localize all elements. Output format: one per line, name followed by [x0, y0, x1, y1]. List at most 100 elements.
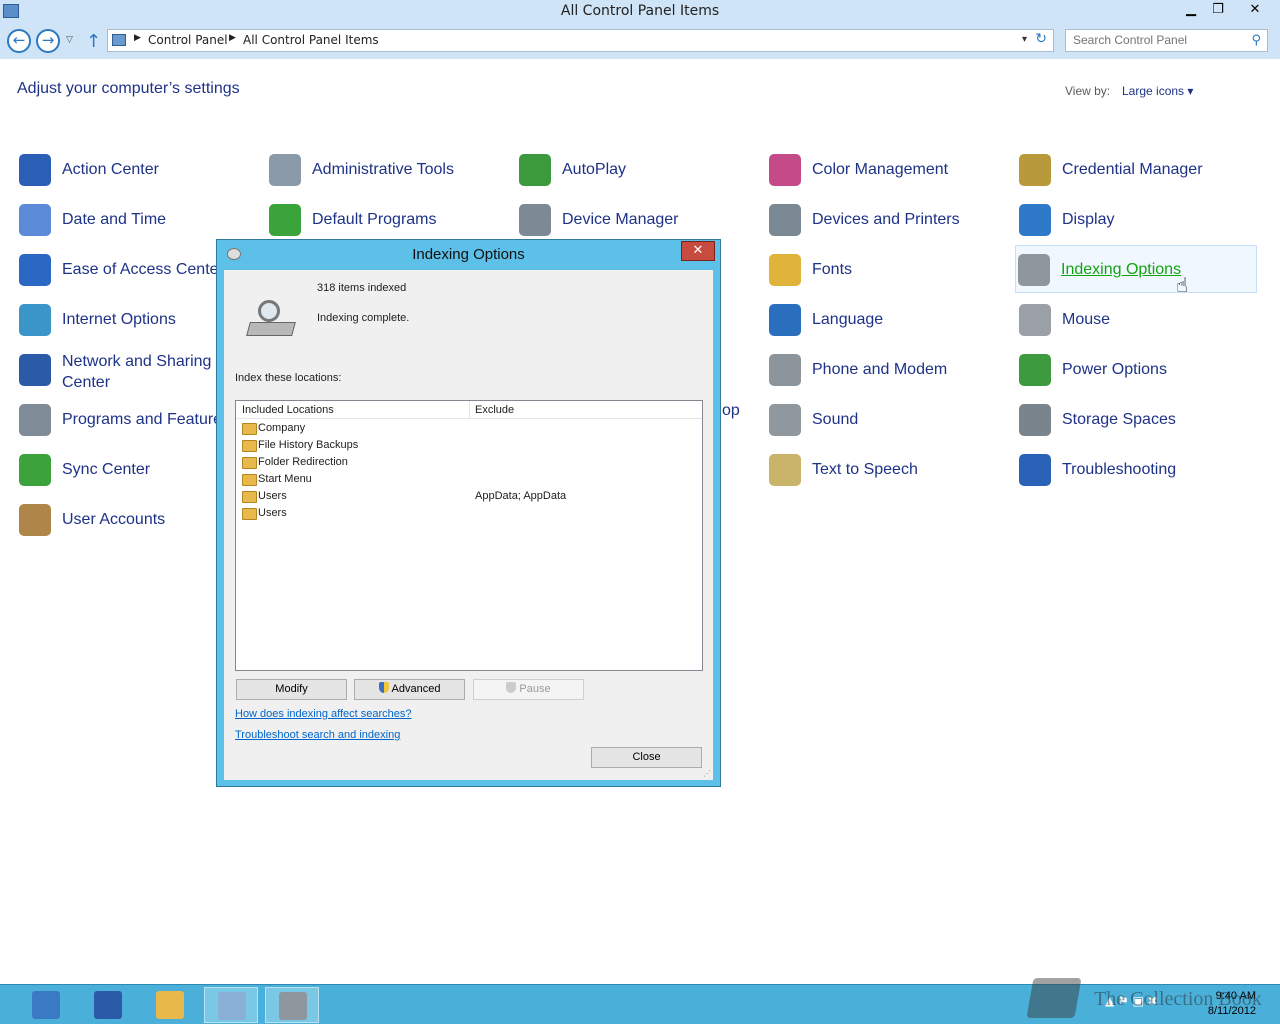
language-icon	[769, 304, 801, 336]
maximize-button[interactable]: ❐	[1205, 0, 1231, 20]
list-item[interactable]: Company	[236, 420, 702, 437]
indexing-options-dialog: Indexing Options ✕ 318 items indexed Ind…	[216, 239, 721, 787]
breadcrumb-control-panel[interactable]: Control Panel	[148, 33, 228, 47]
close-window-button[interactable]: ✕	[1232, 0, 1278, 20]
item-label: Default Programs	[312, 211, 437, 228]
item-fonts[interactable]: Fonts	[767, 246, 1009, 294]
item-language[interactable]: Language	[767, 296, 1009, 344]
item-credential-manager[interactable]: Credential Manager	[1017, 146, 1259, 194]
location-name: Start Menu	[258, 473, 312, 485]
close-button[interactable]: Close	[591, 747, 702, 768]
file-explorer-icon	[156, 991, 184, 1019]
item-label: Display	[1062, 211, 1115, 228]
speech-icon	[769, 454, 801, 486]
item-display[interactable]: Display	[1017, 196, 1259, 244]
recent-locations-icon[interactable]: ▽	[66, 35, 73, 45]
up-button[interactable]: ↑	[86, 31, 101, 52]
view-by-dropdown[interactable]: Large icons ▾	[1122, 84, 1193, 98]
item-date-and-time[interactable]: Date and Time	[17, 196, 259, 244]
item-color-management[interactable]: Color Management	[767, 146, 1009, 194]
locations-list[interactable]: Included Locations Exclude Company File …	[235, 400, 703, 671]
network-icon	[19, 354, 51, 386]
advanced-button[interactable]: Advanced	[354, 679, 465, 700]
item-text-to-speech[interactable]: Text to Speech	[767, 446, 1009, 494]
minimize-button[interactable]: ▁	[1178, 0, 1204, 20]
vault-icon	[1019, 154, 1051, 186]
item-default-programs[interactable]: Default Programs	[267, 196, 509, 244]
breadcrumb-all-items[interactable]: All Control Panel Items	[243, 33, 379, 47]
column-exclude[interactable]: Exclude	[475, 404, 514, 416]
taskbar-file-explorer[interactable]	[143, 987, 197, 1023]
autoplay-icon	[519, 154, 551, 186]
server-manager-icon	[32, 991, 60, 1019]
address-bar[interactable]: ▶ Control Panel ▶ All Control Panel Item…	[107, 29, 1054, 52]
mouse-cursor-icon: ☝	[1176, 273, 1189, 297]
location-exclude: AppData; AppData	[475, 490, 567, 502]
item-label: Programs and Features	[62, 411, 231, 428]
item-action-center[interactable]: Action Center	[17, 146, 259, 194]
item-label: Language	[812, 311, 884, 328]
search-box[interactable]: ⚲	[1065, 29, 1268, 52]
phone-icon	[769, 354, 801, 386]
item-label: Fonts	[812, 261, 853, 278]
view-by-label: View by:	[1065, 84, 1111, 98]
resize-grip-icon[interactable]: ⋰	[703, 769, 711, 778]
search-input[interactable]	[1073, 33, 1243, 47]
item-label: Internet Options	[62, 311, 176, 328]
mouse-icon	[1019, 304, 1051, 336]
printer-icon	[769, 204, 801, 236]
item-device-manager[interactable]: Device Manager	[517, 196, 759, 244]
item-label: Action Center	[62, 161, 159, 178]
sync-icon	[19, 454, 51, 486]
item-autoplay[interactable]: AutoPlay	[517, 146, 759, 194]
item-label: Color Management	[812, 161, 949, 178]
partially-hidden-item-label[interactable]: op	[722, 402, 740, 420]
taskbar-server-manager[interactable]	[19, 987, 73, 1023]
breadcrumb-separator-icon[interactable]: ▶	[229, 33, 236, 43]
forward-button[interactable]: →	[36, 29, 60, 53]
item-devices-and-printers[interactable]: Devices and Printers	[767, 196, 1009, 244]
page-title: Adjust your computer’s settings	[17, 80, 240, 97]
dialog-close-button[interactable]: ✕	[681, 241, 715, 261]
item-power-options[interactable]: Power Options	[1017, 346, 1259, 394]
taskbar-powershell[interactable]	[81, 987, 135, 1023]
folder-icon	[242, 457, 257, 469]
indexing-icon	[279, 992, 307, 1020]
troubleshoot-search-link[interactable]: Troubleshoot search and indexing	[235, 729, 400, 741]
dialog-title: Indexing Options	[412, 246, 525, 263]
storage-icon	[1019, 404, 1051, 436]
title-bar: All Control Panel Items ▁ ❐ ✕	[0, 0, 1280, 23]
list-item[interactable]: Start Menu	[236, 471, 702, 488]
item-label: Text to Speech	[812, 461, 918, 478]
location-name: File History Backups	[258, 439, 359, 451]
modify-button-label: Modify	[275, 683, 308, 695]
address-dropdown-icon[interactable]: ▾	[1022, 34, 1027, 45]
folder-icon	[242, 440, 257, 452]
list-item[interactable]: File History Backups	[236, 437, 702, 454]
location-name: Company	[258, 422, 306, 434]
column-included-locations[interactable]: Included Locations	[242, 404, 334, 416]
back-button[interactable]: ←	[7, 29, 31, 53]
item-indexing-options[interactable]: Indexing Options	[1015, 245, 1257, 293]
help-indexing-link[interactable]: How does indexing affect searches?	[235, 708, 412, 720]
list-item[interactable]: Users	[236, 505, 702, 522]
item-troubleshooting[interactable]: Troubleshooting	[1017, 446, 1259, 494]
folder-icon	[242, 423, 257, 435]
taskbar-control-panel[interactable]	[204, 987, 258, 1023]
item-administrative-tools[interactable]: Administrative Tools	[267, 146, 509, 194]
window-title: All Control Panel Items	[560, 3, 720, 19]
search-icon[interactable]: ⚲	[1251, 33, 1261, 48]
item-storage-spaces[interactable]: Storage Spaces	[1017, 396, 1259, 444]
modify-button[interactable]: Modify	[236, 679, 347, 700]
taskbar-indexing-options[interactable]	[265, 987, 319, 1023]
item-sound[interactable]: Sound	[767, 396, 1009, 444]
item-label: Device Manager	[562, 211, 679, 228]
refresh-icon[interactable]: ↻	[1035, 31, 1047, 47]
list-item[interactable]: Folder Redirection	[236, 454, 702, 471]
item-mouse[interactable]: Mouse	[1017, 296, 1259, 344]
gear-icon	[269, 154, 301, 186]
item-label: Phone and Modem	[812, 361, 948, 378]
breadcrumb-separator-icon[interactable]: ▶	[134, 33, 141, 43]
item-phone-and-modem[interactable]: Phone and Modem	[767, 346, 1009, 394]
list-item[interactable]: Users AppData; AppData	[236, 488, 702, 505]
